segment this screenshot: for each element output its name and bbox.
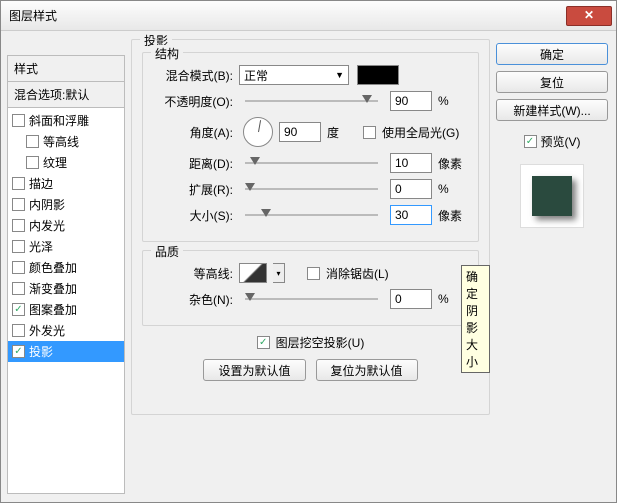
- noise-label: 杂色(N):: [153, 291, 233, 308]
- spread-input[interactable]: [390, 179, 432, 199]
- opacity-slider[interactable]: [245, 98, 378, 104]
- right-panel: 确定 复位 新建样式(W)... 预览(V): [496, 39, 608, 494]
- style-item-checkbox[interactable]: [12, 324, 25, 337]
- dialog-body: 样式 混合选项:默认 斜面和浮雕等高线纹理描边内阴影内发光光泽颜色叠加渐变叠加图…: [1, 31, 616, 502]
- close-button[interactable]: ✕: [566, 6, 612, 26]
- opacity-label: 不透明度(O):: [153, 93, 233, 110]
- style-item-label: 投影: [29, 343, 53, 360]
- preview-checkbox[interactable]: [524, 135, 537, 148]
- angle-label: 角度(A):: [153, 124, 233, 141]
- shadow-color-swatch[interactable]: [357, 65, 399, 85]
- preview-label: 预览(V): [541, 133, 581, 150]
- style-item-6[interactable]: 光泽: [8, 236, 124, 257]
- style-item-2[interactable]: 纹理: [8, 152, 124, 173]
- contour-dropdown[interactable]: ▾: [273, 263, 285, 283]
- style-item-label: 外发光: [29, 322, 65, 339]
- group-title-structure: 结构: [151, 45, 183, 62]
- group-title-quality: 品质: [151, 243, 183, 260]
- angle-input[interactable]: [279, 122, 321, 142]
- style-item-0[interactable]: 斜面和浮雕: [8, 110, 124, 131]
- style-item-checkbox[interactable]: [12, 198, 25, 211]
- style-item-9[interactable]: 图案叠加: [8, 299, 124, 320]
- noise-input[interactable]: [390, 289, 432, 309]
- contour-label: 等高线:: [153, 265, 233, 282]
- style-item-label: 纹理: [43, 154, 67, 171]
- style-item-10[interactable]: 外发光: [8, 320, 124, 341]
- antialias-checkbox[interactable]: [307, 267, 320, 280]
- distance-unit: 像素: [438, 155, 468, 172]
- style-item-8[interactable]: 渐变叠加: [8, 278, 124, 299]
- style-item-checkbox[interactable]: [12, 261, 25, 274]
- style-item-checkbox[interactable]: [12, 240, 25, 253]
- blend-mode-label: 混合模式(B):: [153, 67, 233, 84]
- spread-unit: %: [438, 182, 468, 196]
- antialias-label: 消除锯齿(L): [326, 265, 389, 282]
- ok-button[interactable]: 确定: [496, 43, 608, 65]
- distance-slider[interactable]: [245, 160, 378, 166]
- noise-unit: %: [438, 292, 468, 306]
- knockout-checkbox[interactable]: [257, 336, 270, 349]
- style-list: 斜面和浮雕等高线纹理描边内阴影内发光光泽颜色叠加渐变叠加图案叠加外发光投影: [7, 108, 125, 494]
- knockout-label: 图层挖空投影(U): [276, 334, 365, 351]
- global-light-label: 使用全局光(G): [382, 124, 459, 141]
- titlebar: 图层样式 ✕: [1, 1, 616, 31]
- opacity-unit: %: [438, 94, 468, 108]
- angle-dial[interactable]: [243, 117, 273, 147]
- style-list-panel: 样式 混合选项:默认 斜面和浮雕等高线纹理描边内阴影内发光光泽颜色叠加渐变叠加图…: [7, 55, 125, 494]
- chevron-down-icon: ▼: [335, 70, 344, 80]
- noise-slider[interactable]: [245, 296, 378, 302]
- size-label: 大小(S):: [153, 207, 233, 224]
- spread-label: 扩展(R):: [153, 181, 233, 198]
- style-item-label: 光泽: [29, 238, 53, 255]
- drop-shadow-group: 投影 结构 混合模式(B): 正常 ▼ 不透明度(O):: [131, 39, 490, 415]
- layer-style-dialog: 图层样式 ✕ 样式 混合选项:默认 斜面和浮雕等高线纹理描边内阴影内发光光泽颜色…: [0, 0, 617, 503]
- contour-picker[interactable]: [239, 263, 267, 283]
- blend-mode-combo[interactable]: 正常 ▼: [239, 65, 349, 85]
- style-item-label: 斜面和浮雕: [29, 112, 89, 129]
- style-item-7[interactable]: 颜色叠加: [8, 257, 124, 278]
- blend-mode-value: 正常: [244, 67, 268, 84]
- style-item-checkbox[interactable]: [12, 219, 25, 232]
- style-item-checkbox[interactable]: [12, 177, 25, 190]
- style-item-checkbox[interactable]: [12, 114, 25, 127]
- reset-default-button[interactable]: 复位为默认值: [316, 359, 418, 381]
- style-item-checkbox[interactable]: [12, 345, 25, 358]
- style-item-label: 颜色叠加: [29, 259, 77, 276]
- structure-group: 结构 混合模式(B): 正常 ▼ 不透明度(O): %: [142, 52, 479, 242]
- style-item-1[interactable]: 等高线: [8, 131, 124, 152]
- style-item-checkbox[interactable]: [26, 156, 39, 169]
- set-default-button[interactable]: 设置为默认值: [203, 359, 305, 381]
- preview-thumbnail: [520, 164, 584, 228]
- style-item-3[interactable]: 描边: [8, 173, 124, 194]
- style-item-checkbox[interactable]: [12, 303, 25, 316]
- preview-swatch: [532, 176, 572, 216]
- settings-panel: 投影 结构 混合模式(B): 正常 ▼ 不透明度(O):: [131, 39, 490, 494]
- size-input[interactable]: [390, 205, 432, 225]
- quality-group: 品质 等高线: ▾ 消除锯齿(L) 杂色(N): %: [142, 250, 479, 326]
- opacity-input[interactable]: [390, 91, 432, 111]
- style-item-11[interactable]: 投影: [8, 341, 124, 362]
- style-item-checkbox[interactable]: [26, 135, 39, 148]
- size-slider[interactable]: [245, 212, 378, 218]
- style-item-label: 图案叠加: [29, 301, 77, 318]
- spread-slider[interactable]: [245, 186, 378, 192]
- style-item-label: 渐变叠加: [29, 280, 77, 297]
- style-item-label: 描边: [29, 175, 53, 192]
- style-item-label: 内发光: [29, 217, 65, 234]
- angle-unit: 度: [327, 124, 357, 141]
- window-title: 图层样式: [9, 7, 566, 24]
- style-item-label: 等高线: [43, 133, 79, 150]
- style-item-4[interactable]: 内阴影: [8, 194, 124, 215]
- new-style-button[interactable]: 新建样式(W)...: [496, 99, 608, 121]
- distance-input[interactable]: [390, 153, 432, 173]
- style-item-checkbox[interactable]: [12, 282, 25, 295]
- cancel-button[interactable]: 复位: [496, 71, 608, 93]
- distance-label: 距离(D):: [153, 155, 233, 172]
- style-item-5[interactable]: 内发光: [8, 215, 124, 236]
- style-item-label: 内阴影: [29, 196, 65, 213]
- size-unit: 像素: [438, 207, 468, 224]
- global-light-checkbox[interactable]: [363, 126, 376, 139]
- blend-options-row[interactable]: 混合选项:默认: [7, 81, 125, 108]
- style-list-header[interactable]: 样式: [7, 55, 125, 81]
